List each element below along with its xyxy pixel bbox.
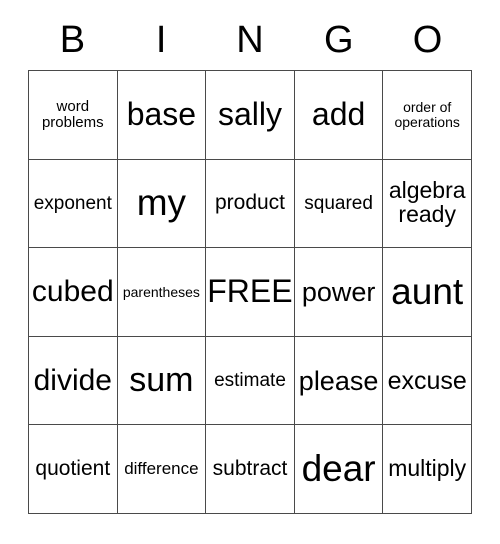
bingo-cell-label: aunt	[391, 270, 464, 312]
bingo-cell-label: dear	[301, 447, 376, 489]
bingo-cell-label: base	[126, 96, 197, 133]
bingo-cell-label: please	[298, 365, 379, 396]
bingo-letter-n: N	[236, 19, 264, 61]
bingo-cell-label: product	[214, 191, 286, 215]
bingo-cell[interactable]: sally	[206, 71, 295, 160]
bingo-cell[interactable]: order of operations	[383, 71, 472, 160]
bingo-cell[interactable]: add	[294, 71, 384, 160]
bingo-cell-label: quotient	[35, 457, 111, 481]
bingo-cell[interactable]: multiply	[383, 425, 472, 514]
bingo-cell-label: excuse	[387, 366, 467, 395]
bingo-cell-label: divide	[33, 364, 112, 397]
bingo-cell[interactable]: divide	[29, 336, 118, 426]
bingo-cell[interactable]: algebra ready	[383, 159, 472, 249]
bingo-cell-label: difference	[124, 459, 199, 479]
bingo-grid: word problems base sally add order of operat…	[28, 70, 472, 514]
bingo-cell-label: exponent	[33, 192, 112, 214]
bingo-cell[interactable]: word problems	[29, 71, 118, 160]
bingo-cell[interactable]: squared	[294, 159, 384, 249]
bingo-cell[interactable]: quotient	[29, 425, 118, 514]
bingo-letter-i: I	[155, 19, 167, 61]
bingo-cell-label: subtract	[212, 457, 288, 481]
bingo-cell[interactable]: excuse	[383, 336, 472, 426]
bingo-cell[interactable]: subtract	[206, 425, 295, 514]
bingo-cell-label: FREE!	[207, 273, 295, 310]
bingo-cell[interactable]: difference	[117, 425, 207, 514]
bingo-cell[interactable]: exponent	[29, 159, 118, 249]
bingo-cell-label: my	[136, 182, 187, 224]
bingo-cell-free-space[interactable]: FREE!	[206, 248, 295, 337]
bingo-cell-label: squared	[304, 192, 373, 214]
bingo-letter-g: G	[324, 19, 354, 61]
bingo-cell[interactable]: estimate	[206, 336, 295, 426]
bingo-cell-label: cubed	[31, 275, 114, 309]
bingo-cell-label: algebra ready	[388, 177, 466, 228]
bingo-cell[interactable]: sum	[117, 336, 207, 426]
bingo-cell[interactable]: please	[294, 336, 384, 426]
bingo-cell[interactable]: cubed	[29, 248, 118, 337]
bingo-card: B I N G O word problems base sally add order…	[0, 0, 500, 544]
bingo-cell[interactable]: product	[206, 159, 295, 249]
bingo-cell-label: add	[311, 96, 366, 133]
bingo-cell-label: estimate	[214, 369, 286, 391]
bingo-letter-b: B	[59, 19, 86, 61]
bingo-cell[interactable]: base	[117, 71, 207, 160]
bingo-cell-label: sum	[129, 360, 194, 399]
bingo-cell[interactable]: my	[117, 159, 207, 249]
bingo-letter-o: O	[412, 19, 443, 61]
bingo-cell-label: order of operations	[394, 99, 460, 130]
bingo-header-letters: B I N G O	[28, 14, 472, 66]
bingo-cell-label: parentheses	[122, 283, 200, 300]
bingo-cell[interactable]: parentheses	[117, 248, 207, 337]
bingo-cell-label: word problems	[41, 98, 104, 131]
bingo-cell-label: multiply	[388, 455, 467, 482]
bingo-cell[interactable]: dear	[294, 425, 384, 514]
bingo-cell[interactable]: aunt	[383, 248, 472, 337]
bingo-cell[interactable]: power	[294, 248, 384, 337]
bingo-cell-label: sally	[217, 96, 282, 133]
bingo-cell-label: power	[301, 276, 376, 307]
